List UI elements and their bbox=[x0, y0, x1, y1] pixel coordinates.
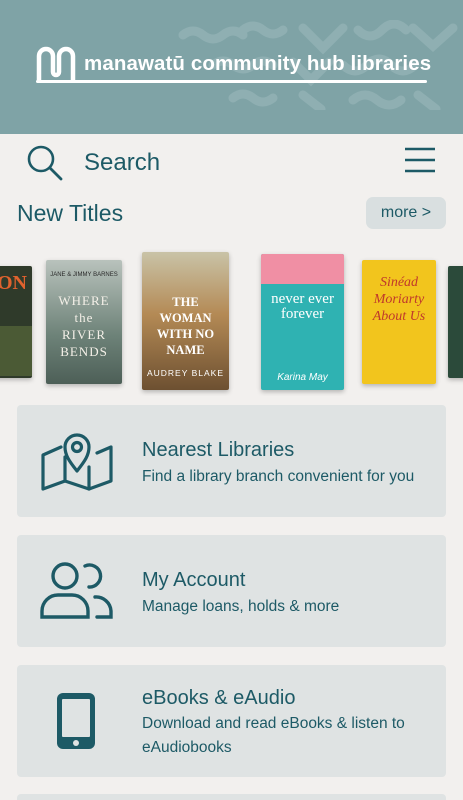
users-icon bbox=[40, 562, 113, 619]
search-icon[interactable] bbox=[26, 144, 64, 182]
card-title: eBooks & eAudio bbox=[142, 687, 296, 709]
book-title: WHERE the RIVER BENDS bbox=[58, 293, 110, 359]
next-card[interactable] bbox=[17, 794, 446, 800]
search-input[interactable]: Search bbox=[84, 149, 160, 177]
app-header: manawatū community hub libraries bbox=[0, 0, 463, 134]
brand-logo[interactable]: manawatū community hub libraries bbox=[36, 46, 431, 82]
book-author: Karina May bbox=[277, 372, 328, 383]
book-title: never ever forever bbox=[271, 291, 334, 322]
card-subtitle: Find a library branch convenient for you bbox=[142, 468, 415, 485]
my-account-card[interactable]: My Account Manage loans, holds & more bbox=[17, 535, 446, 647]
book-author: JANE & JIMMY BARNES bbox=[50, 272, 118, 278]
book-cover[interactable] bbox=[448, 266, 463, 378]
book-title: THE WOMAN WITH NO NAME bbox=[156, 295, 215, 357]
book-author: AUDREY BLAKE bbox=[146, 368, 225, 378]
book-cover[interactable]: ON bbox=[0, 266, 32, 378]
new-titles-heading: New Titles bbox=[17, 200, 124, 226]
more-titles-button[interactable]: more > bbox=[366, 197, 446, 229]
book-cover[interactable]: JANE & JIMMY BARNES WHERE the RIVER BEND… bbox=[46, 260, 122, 384]
card-subtitle: Download and read eBooks & listen to eAu… bbox=[142, 715, 405, 756]
new-titles-carousel[interactable]: ON JANE & JIMMY BARNES WHERE the RIVER B… bbox=[0, 248, 463, 396]
nearest-libraries-card[interactable]: Nearest Libraries Find a library branch … bbox=[17, 405, 446, 517]
book-title: ON bbox=[0, 272, 27, 294]
mch-logo-icon bbox=[36, 46, 76, 82]
book-cover[interactable]: never ever forever Karina May bbox=[261, 254, 344, 390]
book-cover[interactable]: THE WOMAN WITH NO NAME AUDREY BLAKE bbox=[142, 252, 229, 390]
card-title: My Account bbox=[142, 569, 246, 591]
book-cover[interactable]: Sinéad Moriarty About Us bbox=[362, 260, 436, 384]
tablet-icon bbox=[57, 693, 95, 749]
hamburger-menu-icon[interactable] bbox=[404, 146, 436, 174]
ebooks-eaudio-card[interactable]: eBooks & eAudio Download and read eBooks… bbox=[17, 665, 446, 777]
brand-name: manawatū community hub libraries bbox=[84, 52, 432, 75]
search-bar: Search bbox=[0, 134, 463, 192]
card-title: Nearest Libraries bbox=[142, 439, 295, 461]
book-title: Sinéad Moriarty About Us bbox=[372, 275, 426, 324]
card-subtitle: Manage loans, holds & more bbox=[142, 598, 340, 615]
map-pin-icon bbox=[41, 433, 113, 491]
brand-underline bbox=[36, 80, 427, 83]
